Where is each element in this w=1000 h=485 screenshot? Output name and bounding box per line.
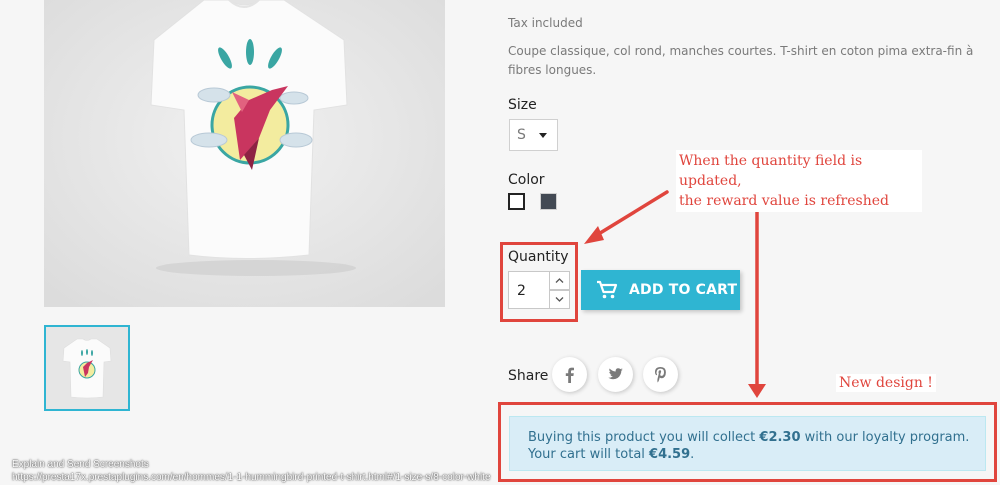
loyalty-line1-prefix: Buying this product you will collect bbox=[528, 430, 760, 445]
loyalty-line2-prefix: Your cart will total bbox=[528, 447, 650, 462]
product-thumbnail[interactable] bbox=[44, 325, 130, 411]
screenshot-watermark: Explain and Send Screenshots https://pre… bbox=[12, 458, 491, 484]
arrow-to-quantity bbox=[590, 190, 669, 240]
chevron-up-icon bbox=[555, 278, 564, 283]
loyalty-line2-suffix: . bbox=[690, 447, 695, 462]
twitter-icon bbox=[608, 368, 623, 380]
share-facebook-button[interactable] bbox=[552, 357, 587, 392]
chevron-down-icon bbox=[555, 297, 564, 302]
add-to-cart-button[interactable]: ADD TO CART bbox=[581, 270, 740, 310]
quantity-decrement-button[interactable] bbox=[549, 290, 570, 309]
color-label: Color bbox=[508, 172, 545, 188]
add-to-cart-label: ADD TO CART bbox=[629, 282, 738, 298]
watermark-line-2: https://presta17x.prestaplugins.com/en/h… bbox=[12, 472, 491, 483]
loyalty-line-1: Buying this product you will collect €2.… bbox=[528, 429, 969, 447]
caret-down-icon bbox=[539, 133, 547, 138]
annotation-quantity-note: When the quantity field is updated, the … bbox=[676, 150, 922, 212]
quantity-increment-button[interactable] bbox=[549, 271, 570, 290]
annotation-note-line1: When the quantity field is updated, bbox=[679, 153, 863, 189]
annotation-new-design: New design ! bbox=[836, 374, 936, 392]
share-label: Share bbox=[508, 368, 549, 384]
loyalty-line-2: Your cart will total €4.59. bbox=[528, 446, 694, 464]
share-twitter-button[interactable] bbox=[598, 357, 633, 392]
size-label: Size bbox=[508, 97, 537, 113]
product-description: Coupe classique, col rond, manches court… bbox=[508, 44, 974, 77]
shopping-cart-icon bbox=[597, 280, 618, 299]
watermark-line-1: Explain and Send Screenshots bbox=[12, 459, 149, 470]
color-swatch-white[interactable] bbox=[508, 193, 525, 210]
pinterest-icon bbox=[655, 367, 666, 383]
size-selected-value: S bbox=[517, 127, 526, 143]
size-select[interactable]: S bbox=[509, 119, 558, 151]
tshirt-image bbox=[44, 0, 445, 307]
share-pinterest-button[interactable] bbox=[643, 357, 678, 392]
loyalty-line1-suffix: with our loyalty program. bbox=[800, 430, 970, 445]
quantity-label: Quantity bbox=[508, 249, 569, 265]
loyalty-points-amount: €2.30 bbox=[759, 430, 801, 445]
product-main-image[interactable] bbox=[44, 0, 445, 307]
tax-note: Tax included bbox=[508, 16, 583, 30]
loyalty-cart-total: €4.59 bbox=[649, 447, 691, 462]
loyalty-alert: Buying this product you will collect €2.… bbox=[509, 416, 986, 471]
annotation-note-line2: the reward value is refreshed bbox=[679, 193, 889, 209]
tshirt-thumbnail-image bbox=[46, 327, 128, 409]
quantity-input[interactable]: 2 bbox=[508, 271, 550, 309]
color-swatch-dark-gray[interactable] bbox=[540, 193, 557, 210]
facebook-icon bbox=[565, 367, 574, 383]
quantity-value: 2 bbox=[517, 283, 526, 299]
